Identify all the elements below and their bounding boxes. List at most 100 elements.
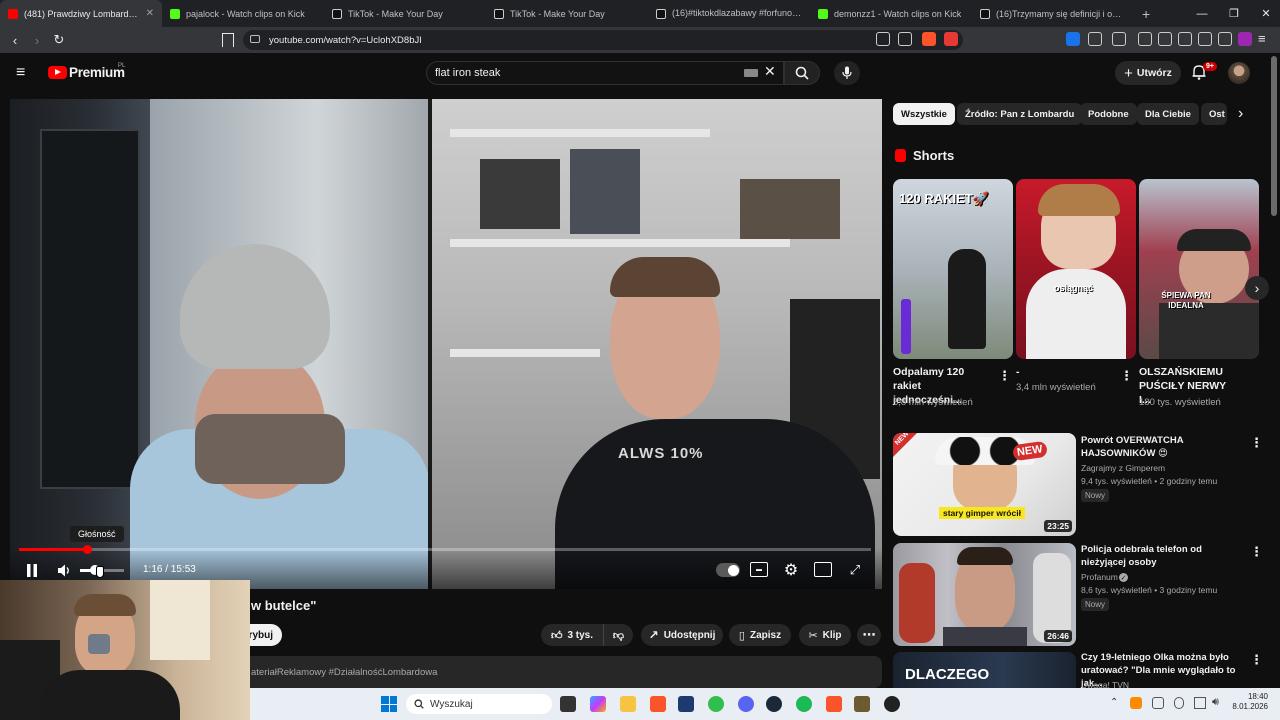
microphone-tray-icon[interactable] xyxy=(1174,697,1184,709)
windows-start-icon[interactable] xyxy=(381,696,397,712)
video-title[interactable]: Powrót OVERWATCHA HAJSOWNIKÓW 😍 xyxy=(1081,434,1246,460)
miniplayer-button[interactable] xyxy=(814,562,832,577)
clip-button[interactable]: ✂ Klip xyxy=(799,624,851,646)
chip-for-you[interactable]: Dla Ciebie xyxy=(1137,103,1199,125)
browser-tab[interactable]: (16)Trzymamy się definicji i obchodz xyxy=(972,0,1134,27)
brave-browser-icon[interactable] xyxy=(650,696,666,712)
search-button[interactable] xyxy=(784,61,820,85)
brave-shield-icon[interactable] xyxy=(922,32,936,46)
browser-tab[interactable]: TikTok - Make Your Day xyxy=(486,0,648,27)
site-info-icon[interactable] xyxy=(250,35,260,43)
obs-icon[interactable] xyxy=(884,696,900,712)
short-menu-icon[interactable]: ⋮ xyxy=(998,369,1011,382)
video-player[interactable]: ALWS 10% xyxy=(10,99,882,589)
create-button[interactable]: + Utwórz xyxy=(1115,61,1181,85)
chip-all[interactable]: Wszystkie xyxy=(893,103,955,125)
save-button[interactable]: ▯ Zapisz xyxy=(729,624,791,646)
chip-recent[interactable]: Ost xyxy=(1201,103,1227,125)
file-explorer-icon[interactable] xyxy=(620,696,636,712)
profile-icon[interactable] xyxy=(1238,32,1252,46)
video-channel[interactable]: Zagrajmy z Gimperem xyxy=(1081,463,1165,473)
more-actions-button[interactable]: ⋯ xyxy=(857,624,881,646)
browser-tab[interactable]: demonzz1 - Watch clips on Kick xyxy=(810,0,972,27)
discord-icon[interactable] xyxy=(738,696,754,712)
tray-app-icon[interactable] xyxy=(1130,697,1142,709)
voice-search-button[interactable] xyxy=(834,61,860,85)
reading-list-icon[interactable] xyxy=(1138,32,1152,46)
hamburger-menu-icon[interactable]: ≡ xyxy=(16,65,25,81)
app-icon[interactable] xyxy=(708,696,724,712)
browser-tab[interactable]: pajalock - Watch clips on Kick xyxy=(162,0,324,27)
search-input[interactable]: flat iron steak xyxy=(426,61,784,85)
autoplay-toggle[interactable] xyxy=(716,563,740,577)
network-icon[interactable] xyxy=(1194,697,1206,709)
short-menu-icon[interactable]: ⋮ xyxy=(1120,369,1133,382)
back-button[interactable]: ‹ xyxy=(4,29,26,51)
mute-button[interactable] xyxy=(54,562,76,578)
vpn-icon[interactable] xyxy=(1218,32,1232,46)
keyboard-icon[interactable] xyxy=(744,69,758,77)
share-button[interactable]: ↗ Udostępnij xyxy=(641,624,723,646)
chips-next-chevron-icon[interactable]: › xyxy=(1238,106,1243,122)
progress-bar[interactable] xyxy=(19,548,871,551)
sidebar-icon[interactable] xyxy=(1158,32,1172,46)
tray-chevron-icon[interactable]: ⌃ xyxy=(1110,697,1118,708)
task-view-icon[interactable] xyxy=(560,696,576,712)
close-tab-icon[interactable]: ✕ xyxy=(146,8,154,19)
fullscreen-icon[interactable]: ⤢ xyxy=(846,561,864,579)
chip-source[interactable]: Źródło: Pan z Lombardu xyxy=(957,103,1083,125)
new-tab-button[interactable]: + xyxy=(1134,6,1158,22)
pause-button[interactable] xyxy=(22,562,42,578)
volume-tray-icon[interactable]: 🔊︎ xyxy=(1212,696,1219,709)
browser-tab[interactable]: (16)#tiktokdlazabawy #forfunonly💜 xyxy=(648,0,810,27)
taskbar-search[interactable]: Wyszukaj xyxy=(406,694,552,714)
extension-icon[interactable] xyxy=(1066,32,1080,46)
video-thumbnail[interactable]: NEW NEW stary gimper wrócił 23:25 xyxy=(893,433,1076,536)
video-channel[interactable]: Profanum xyxy=(1081,572,1118,582)
app-icon[interactable] xyxy=(854,696,870,712)
extension-icon[interactable] xyxy=(1112,32,1126,46)
copilot-icon[interactable] xyxy=(590,696,606,712)
video-menu-icon[interactable]: ⋮ xyxy=(1250,653,1263,666)
tray-app-icon[interactable] xyxy=(1152,697,1164,709)
brave-active-icon[interactable] xyxy=(826,696,842,712)
video-title[interactable]: Policja odebrała telefon od nieżyjącej o… xyxy=(1081,543,1246,569)
shorts-next-button[interactable]: › xyxy=(1245,276,1269,300)
settings-gear-icon[interactable]: ⚙ xyxy=(782,561,800,579)
account-avatar[interactable] xyxy=(1228,62,1250,84)
taskbar-clock[interactable]: 18:40 8.01.2026 xyxy=(1232,692,1268,712)
brave-rewards-icon[interactable] xyxy=(944,32,958,46)
menu-icon[interactable]: ≡ xyxy=(1258,31,1266,46)
page-scrollbar[interactable] xyxy=(1271,56,1277,216)
puzzle-icon[interactable] xyxy=(1088,32,1102,46)
like-button[interactable]: 👍︎ 3 tys. xyxy=(541,624,603,646)
subtitles-button[interactable]: ▬ xyxy=(750,562,768,577)
progress-scrubber[interactable] xyxy=(83,545,92,554)
leo-icon[interactable] xyxy=(1198,32,1212,46)
bookmark-icon[interactable] xyxy=(222,33,234,47)
video-menu-icon[interactable]: ⋮ xyxy=(1250,545,1263,558)
spotify-icon[interactable] xyxy=(796,696,812,712)
wallet-icon[interactable] xyxy=(1178,32,1192,46)
clear-search-icon[interactable]: ✕ xyxy=(764,63,776,80)
short-thumbnail[interactable]: 120 RAKIET🚀 xyxy=(893,179,1013,359)
browser-tab[interactable]: TikTok - Make Your Day xyxy=(324,0,486,27)
video-thumbnail[interactable]: DLACZEGO xyxy=(893,652,1076,688)
share-icon[interactable] xyxy=(898,32,912,46)
youtube-logo-icon[interactable] xyxy=(48,66,67,79)
youtube-premium-logo-text[interactable]: Premium xyxy=(69,65,125,80)
minimize-button[interactable]: — xyxy=(1186,0,1218,27)
description-hashtags[interactable]: ateriałReklamowy #DziałalnośćLombardowa xyxy=(251,667,437,678)
dislike-button[interactable]: 👎︎ xyxy=(603,624,633,646)
steam-icon[interactable] xyxy=(766,696,782,712)
chip-similar[interactable]: Podobne xyxy=(1080,103,1137,125)
close-window-button[interactable]: ✕ xyxy=(1250,0,1280,27)
short-thumbnail[interactable]: ŚPIEWA PAN IDEALNA xyxy=(1139,179,1259,359)
video-menu-icon[interactable]: ⋮ xyxy=(1250,436,1263,449)
forward-button[interactable]: › xyxy=(26,29,48,51)
address-bar[interactable]: youtube.com/watch?v=UclohXD8bJI xyxy=(243,30,963,50)
maximize-button[interactable]: ❐ xyxy=(1218,0,1250,27)
cast-icon[interactable] xyxy=(876,32,890,46)
short-title[interactable]: - xyxy=(1016,365,1114,379)
short-thumbnail[interactable]: osiągnąć xyxy=(1016,179,1136,359)
